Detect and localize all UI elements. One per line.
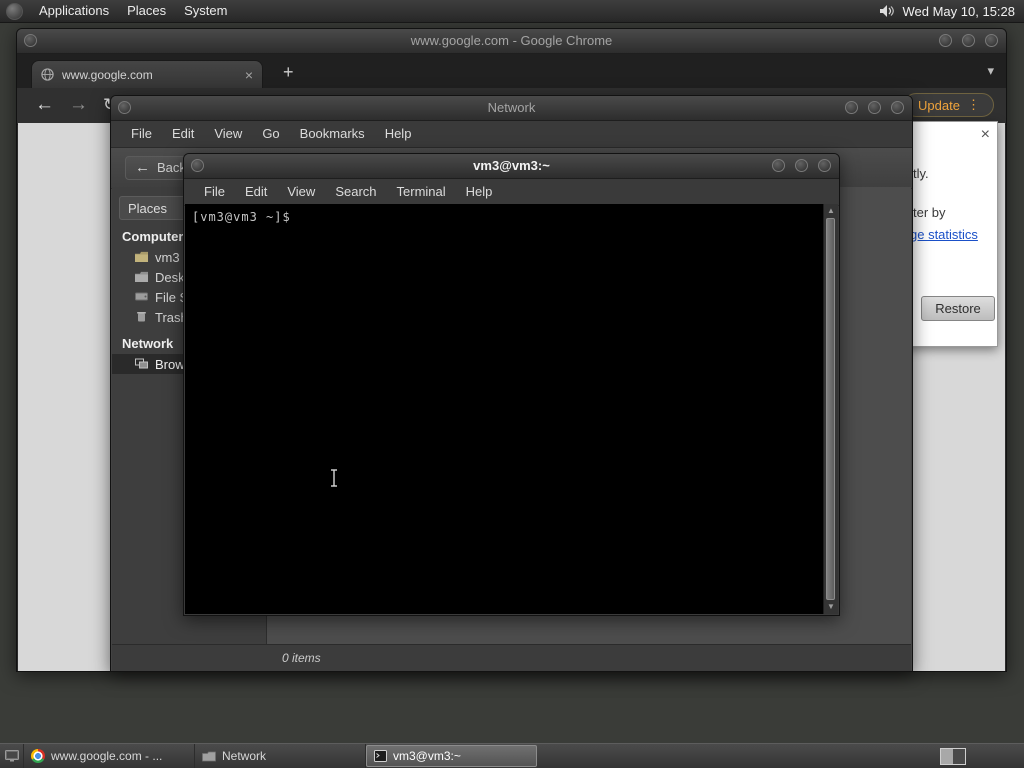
forward-icon[interactable]: → [69,94,88,116]
scroll-up-icon[interactable]: ▲ [824,205,838,217]
workspace-2[interactable] [953,749,965,764]
text-cursor-icon [329,469,339,492]
places-menu[interactable]: Places [118,0,175,22]
taskbar-item-chrome[interactable]: www.google.com - ... [24,744,195,768]
tab-overflow-chevron-icon[interactable]: ▾ [987,63,994,79]
tab-close-icon[interactable]: × [245,68,253,82]
close-button[interactable] [985,34,998,47]
volume-icon[interactable] [879,4,895,18]
chrome-titlebar[interactable]: www.google.com - Google Chrome [17,29,1006,54]
places-combo-label: Places [128,200,168,216]
chrome-update-button[interactable]: Update ⋮ [904,93,994,117]
taskbar-item-label: www.google.com - ... [51,749,163,763]
desktop-folder-icon [135,270,148,285]
network-browse-icon [135,357,148,372]
menu-help[interactable]: Help [375,121,422,147]
menu-bookmarks[interactable]: Bookmarks [290,121,375,147]
bubble-text-line2: ter by [913,205,946,220]
globe-favicon-icon [41,68,54,81]
minimize-button[interactable] [939,34,952,47]
chrome-window-title: www.google.com - Google Chrome [410,33,613,48]
tab-title: www.google.com [62,67,153,82]
terminal-menubar: File Edit View Search Terminal Help [184,179,839,206]
minimize-button[interactable] [845,101,858,114]
system-menu[interactable]: System [175,0,236,22]
network-window-controls [845,101,904,114]
taskbar-item-label: Network [222,749,267,763]
drive-icon [135,290,148,305]
distro-logo-icon[interactable] [6,2,23,20]
terminal-screen[interactable]: [vm3@vm3 ~]$ ▲ ▼ [185,204,838,614]
back-icon[interactable]: ← [35,94,54,116]
menu-go[interactable]: Go [252,121,289,147]
maximize-button[interactable] [795,159,808,172]
bubble-text-line1: tly. [913,166,929,181]
network-statusbar: 0 items [112,644,911,671]
taskbar-item-network[interactable]: Network [195,744,366,768]
terminal-window-title: vm3@vm3:~ [473,158,550,173]
network-titlebar[interactable]: Network [111,96,912,121]
chrome-window-controls [939,34,998,47]
menu-edit[interactable]: Edit [162,121,204,147]
close-button[interactable] [891,101,904,114]
panel-clock[interactable]: Wed May 10, 15:28 [903,4,1016,19]
workspace-switcher[interactable] [940,748,966,765]
top-panel: Applications Places System Wed May 10, 1… [0,0,1024,23]
back-label: Back [157,160,186,175]
menu-search[interactable]: Search [325,179,386,205]
menu-file[interactable]: File [194,179,235,205]
new-tab-button[interactable]: + [283,63,294,81]
bubble-close-icon[interactable]: × [981,127,990,143]
terminal-icon [374,750,387,762]
menu-view[interactable]: View [277,179,325,205]
terminal-scrollbar[interactable]: ▲ ▼ [823,204,838,614]
back-arrow-icon: ← [135,159,150,176]
update-label: Update [918,97,960,113]
show-desktop-button[interactable] [0,744,24,768]
workspace-1[interactable] [941,749,953,764]
network-window-title: Network [487,100,536,115]
network-menubar: File Edit View Go Bookmarks Help [111,121,912,148]
terminal-titlebar[interactable]: vm3@vm3:~ [184,154,839,179]
panel-right-area: Wed May 10, 15:28 [879,4,1024,19]
menu-view[interactable]: View [204,121,252,147]
folder-icon [202,751,216,762]
sidebar-item-label: vm3 [155,249,180,265]
taskbar: www.google.com - ... Network vm3@vm3:~ [0,743,1024,768]
taskbar-item-terminal[interactable]: vm3@vm3:~ [366,745,537,767]
minimize-button[interactable] [772,159,785,172]
applications-menu[interactable]: Applications [30,0,118,22]
taskbar-item-label: vm3@vm3:~ [393,749,461,763]
terminal-window-controls [772,159,831,172]
menu-help[interactable]: Help [456,179,503,205]
restore-button[interactable]: Restore [921,296,995,321]
maximize-button[interactable] [868,101,881,114]
chrome-icon [31,749,45,763]
close-button[interactable] [818,159,831,172]
menu-edit[interactable]: Edit [235,179,277,205]
terminal-window: vm3@vm3:~ File Edit View Search Terminal… [183,153,840,616]
scroll-down-icon[interactable]: ▼ [824,601,838,613]
shell-prompt: [vm3@vm3 ~]$ [192,210,291,224]
usage-statistics-link[interactable]: ge statistics [910,227,978,242]
kebab-menu-icon[interactable]: ⋮ [967,97,980,113]
chrome-tab[interactable]: www.google.com × [31,60,263,88]
menu-terminal[interactable]: Terminal [387,179,456,205]
trash-icon [135,310,148,325]
menu-file[interactable]: File [121,121,162,147]
chrome-tabstrip: www.google.com × + ▾ [17,54,1006,88]
scrollbar-thumb[interactable] [826,218,835,600]
items-count: 0 items [282,651,321,665]
maximize-button[interactable] [962,34,975,47]
home-folder-icon [135,250,148,265]
